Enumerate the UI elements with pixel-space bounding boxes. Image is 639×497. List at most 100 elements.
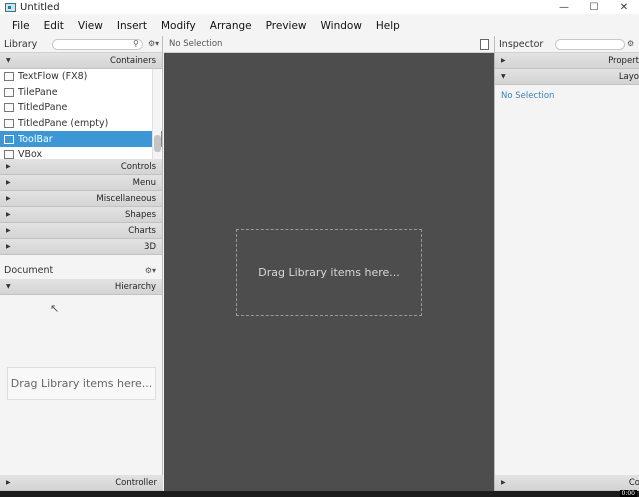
document-icon[interactable]: [480, 39, 489, 50]
library-list: TextFlow (FX8) TilePane TitledPane Title…: [0, 69, 162, 159]
expand-triangle-icon: ▶: [6, 227, 11, 234]
menu-edit[interactable]: Edit: [44, 20, 64, 32]
section-label: Containers: [110, 55, 156, 66]
expand-triangle-icon: ▶: [6, 163, 11, 170]
expand-triangle-icon: ▶: [6, 195, 11, 202]
section-label: Menu: [132, 177, 156, 188]
section-label: Co: [628, 477, 639, 488]
list-item-label: ToolBar: [18, 133, 53, 145]
inspector-panel: Inspector ⚙ ▶ Propert ▼ Layo No Selectio…: [494, 36, 639, 491]
list-item-textflow[interactable]: TextFlow (FX8): [0, 69, 162, 85]
window-controls: — ☐ ✕: [549, 0, 639, 14]
library-scrollbar[interactable]: [152, 69, 161, 159]
gear-icon[interactable]: ⚙▾: [148, 39, 159, 48]
vbox-icon: [4, 150, 14, 159]
collapse-triangle-icon: ▼: [6, 57, 11, 64]
library-header: Library ⚲ ⚙▾: [0, 36, 162, 53]
expand-triangle-icon: ▶: [6, 211, 11, 218]
titledpane-icon: [4, 103, 14, 113]
inspector-no-selection: No Selection: [501, 91, 555, 101]
menu-preview[interactable]: Preview: [266, 20, 307, 32]
list-item-tilepane[interactable]: TilePane: [0, 85, 162, 101]
taskbar-clock: 0:00: [619, 490, 637, 497]
list-item-label: TextFlow (FX8): [18, 71, 88, 83]
search-icon: ⚲: [133, 39, 139, 48]
inspector-search-input[interactable]: [555, 39, 625, 50]
tilepane-icon: [4, 87, 14, 97]
hierarchy-drop-zone[interactable]: Drag Library items here...: [7, 367, 156, 400]
section-label: Controls: [120, 161, 156, 172]
section-layout[interactable]: ▼ Layo: [495, 69, 639, 85]
list-item-titledpane[interactable]: TitledPane: [0, 100, 162, 116]
section-label: Layo: [618, 71, 639, 82]
inspector-title: Inspector: [499, 38, 544, 50]
section-hierarchy[interactable]: ▼ Hierarchy: [0, 279, 162, 295]
section-code[interactable]: ▶ Co: [495, 475, 639, 491]
list-item-label: TitledPane (empty): [18, 118, 109, 130]
collapse-triangle-icon: ▼: [501, 73, 506, 80]
menu-modify[interactable]: Modify: [161, 20, 196, 32]
menu-arrange[interactable]: Arrange: [210, 20, 252, 32]
expand-triangle-icon: ▶: [501, 479, 506, 486]
hierarchy-area[interactable]: ↖ Drag Library items here...: [0, 295, 162, 475]
menu-help[interactable]: Help: [376, 20, 400, 32]
list-item-label: TitledPane: [18, 102, 68, 114]
library-search-input[interactable]: [52, 39, 143, 50]
section-label: Miscellaneous: [96, 193, 156, 204]
expand-triangle-icon: ▶: [6, 179, 11, 186]
menu-bar: File Edit View Insert Modify Arrange Pre…: [0, 17, 639, 35]
section-menu[interactable]: ▶ Menu: [0, 175, 162, 191]
titledpane-empty-icon: [4, 119, 14, 129]
title-bar: Untitled — ☐ ✕: [0, 0, 639, 14]
taskbar: [0, 491, 639, 497]
window-title: Untitled: [20, 1, 60, 13]
library-title: Library: [4, 38, 38, 50]
toolbar-icon: [4, 134, 14, 144]
collapse-triangle-icon: ▼: [6, 283, 11, 290]
list-item-label: VBox: [18, 149, 43, 159]
document-title: Document: [4, 265, 54, 276]
expand-triangle-icon: ▶: [6, 243, 11, 250]
app-icon: [5, 2, 16, 12]
section-label: Shapes: [124, 209, 156, 220]
menu-view[interactable]: View: [78, 20, 103, 32]
section-3d[interactable]: ▶ 3D: [0, 239, 162, 255]
menu-file[interactable]: File: [12, 20, 30, 32]
section-containers[interactable]: ▼ Containers: [0, 53, 162, 69]
inspector-header: Inspector ⚙: [495, 36, 639, 53]
section-controller[interactable]: ▶ Controller: [0, 475, 163, 491]
section-label: Controller: [115, 477, 157, 488]
menu-insert[interactable]: Insert: [117, 20, 147, 32]
list-item-label: TilePane: [18, 86, 58, 98]
section-controls[interactable]: ▶ Controls: [0, 159, 162, 175]
section-label: 3D: [144, 241, 156, 252]
section-properties[interactable]: ▶ Propert: [495, 53, 639, 69]
textflow-icon: [4, 72, 14, 82]
close-button[interactable]: ✕: [609, 0, 639, 14]
selection-text: No Selection: [169, 39, 223, 49]
menu-window[interactable]: Window: [321, 20, 362, 32]
section-label: Propert: [608, 55, 639, 66]
expand-triangle-icon: ▶: [6, 479, 11, 486]
section-shapes[interactable]: ▶ Shapes: [0, 207, 162, 223]
list-item-toolbar[interactable]: ToolBar: [0, 131, 162, 147]
maximize-button[interactable]: ☐: [579, 0, 609, 14]
section-label: Charts: [128, 225, 156, 236]
minimize-button[interactable]: —: [549, 0, 579, 14]
left-panel: Library ⚲ ⚙▾ ▼ Containers TextFlow (FX8)…: [0, 36, 163, 491]
expand-triangle-icon: ▶: [501, 57, 506, 64]
scroll-thumb[interactable]: [154, 135, 161, 152]
section-charts[interactable]: ▶ Charts: [0, 223, 162, 239]
list-item-titledpane-empty[interactable]: TitledPane (empty): [0, 116, 162, 132]
document-header: Document ⚙▾: [0, 262, 162, 279]
mouse-cursor-icon: ↖: [50, 302, 60, 315]
app-window: Untitled — ☐ ✕ File Edit View Insert Mod…: [0, 0, 639, 497]
gear-icon[interactable]: ⚙: [627, 39, 634, 48]
canvas-panel: No Selection Drag Library items here...: [164, 36, 494, 491]
section-label: Hierarchy: [114, 281, 156, 292]
list-item-vbox[interactable]: VBox: [0, 147, 162, 159]
gear-icon[interactable]: ⚙▾: [145, 266, 156, 275]
section-miscellaneous[interactable]: ▶ Miscellaneous: [0, 191, 162, 207]
canvas-drop-zone[interactable]: Drag Library items here...: [236, 229, 422, 316]
